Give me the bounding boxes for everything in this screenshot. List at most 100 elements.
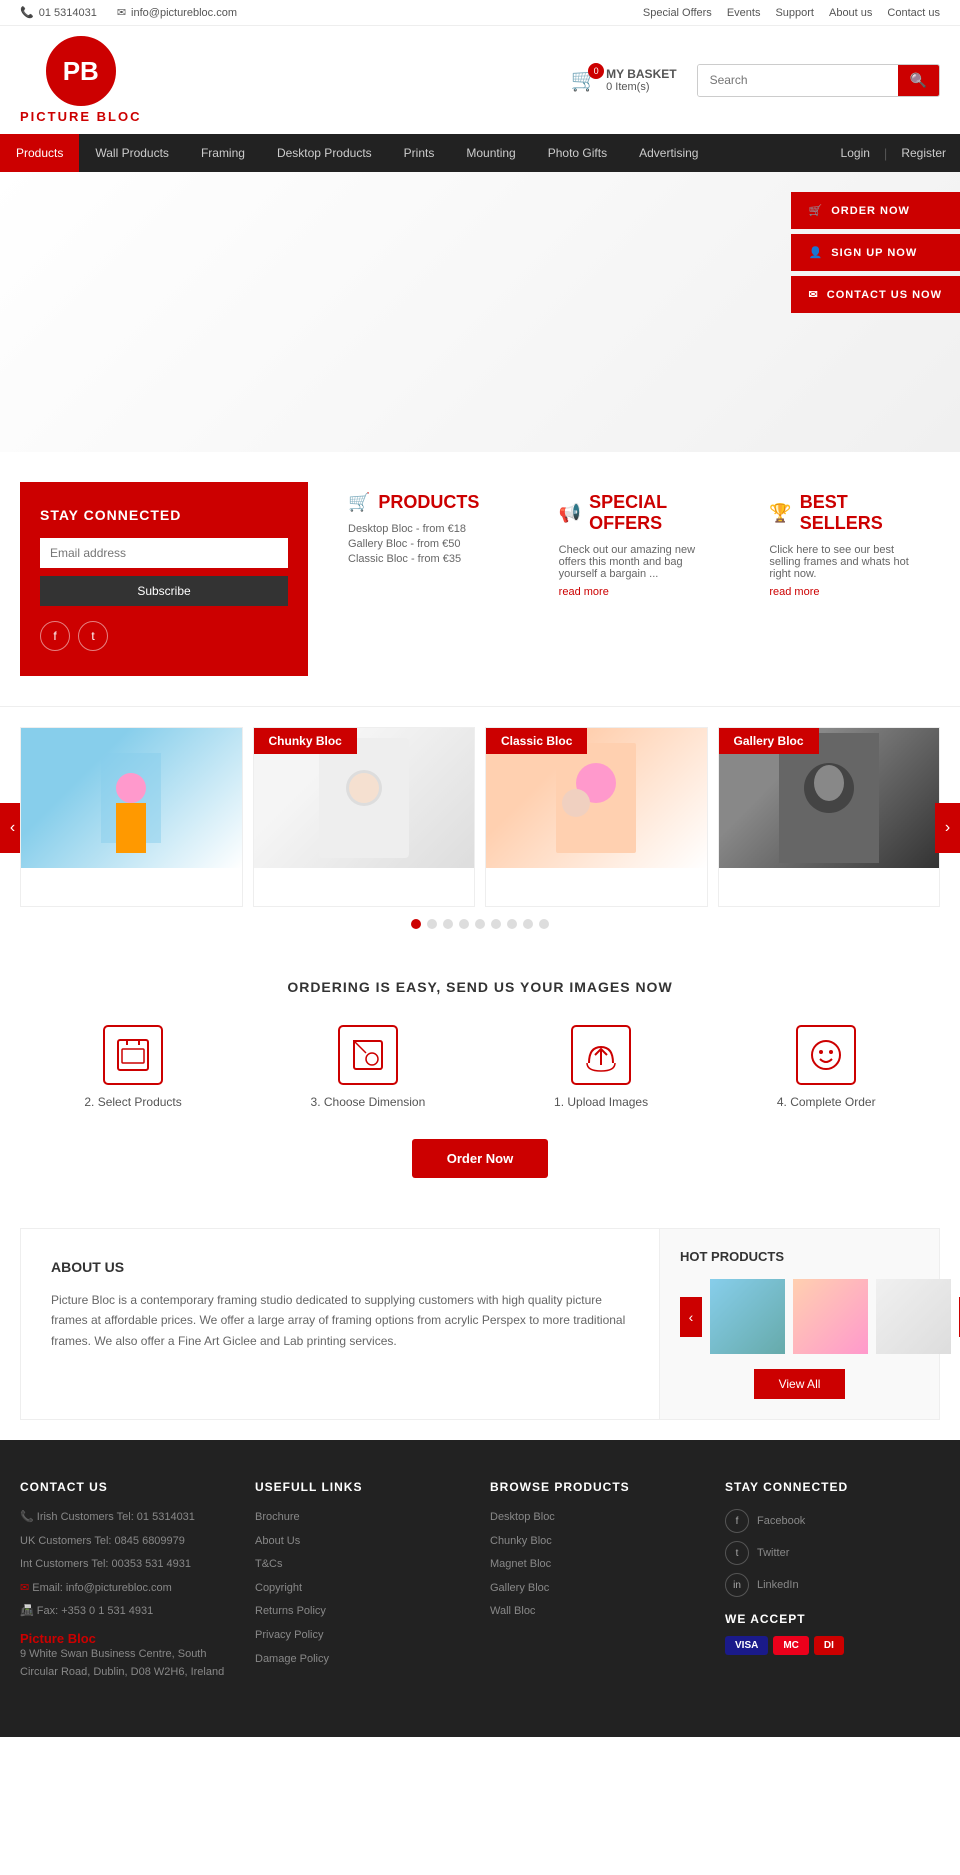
nav-right[interactable]: Login | Register [827,134,960,172]
carousel-item-desktop[interactable]: Desktop Bloc [20,727,243,907]
twitter-icon[interactable]: t [78,621,108,651]
visa-icon: VISA [725,1636,768,1655]
carousel-dot-9[interactable] [539,919,549,929]
step-select-label: 2. Select Products [84,1095,181,1109]
footer-logo-part2: Bloc [64,1631,96,1646]
browse-desktop[interactable]: Desktop Bloc [490,1509,705,1527]
special-offers-readmore[interactable]: read more [559,586,609,598]
order-step-2: 2. Select Products [84,1025,181,1109]
special-offers-icon: 📢 [559,503,581,524]
nav-prints[interactable]: Prints [388,134,451,172]
footer-linkedin[interactable]: in LinkedIn [725,1573,940,1597]
browse-wall[interactable]: Wall Bloc [490,1603,705,1621]
email-input[interactable] [40,538,288,568]
footer-facebook[interactable]: f Facebook [725,1509,940,1533]
twitter-label: Twitter [757,1547,789,1559]
phone-info: 📞 01 5314031 [20,6,97,19]
best-sellers-block: 🏆 BEST SELLERS Click here to see our bes… [749,482,940,676]
facebook-icon[interactable]: f [40,621,70,651]
top-bar-right[interactable]: Special Offers Events Support About us C… [643,7,940,19]
hot-prev-button[interactable]: ‹ [680,1297,702,1337]
events-link[interactable]: Events [727,7,761,19]
order-now-main-button[interactable]: Order Now [412,1139,548,1178]
products-block-title: 🛒 PRODUCTS [348,492,499,513]
carousel-item-classic[interactable]: Classic Bloc [485,727,708,907]
footer-twitter[interactable]: t Twitter [725,1541,940,1565]
facebook-label: Facebook [757,1515,805,1527]
nav-framing[interactable]: Framing [185,134,261,172]
carousel-dot-1[interactable] [411,919,421,929]
best-sellers-readmore[interactable]: read more [769,586,819,598]
nav-mounting[interactable]: Mounting [450,134,531,172]
footer-address: 9 White Swan Business Centre, South Circ… [20,1646,235,1681]
nav-photo-gifts[interactable]: Photo Gifts [532,134,623,172]
carousel-dot-5[interactable] [475,919,485,929]
logo[interactable]: PB PICTURE BLOC [20,36,142,124]
products-info-block: 🛒 PRODUCTS Desktop Bloc - from €18 Galle… [328,482,519,676]
browse-gallery[interactable]: Gallery Bloc [490,1580,705,1598]
order-now-button[interactable]: 🛒 ORDER NOW [791,192,960,229]
sign-up-button[interactable]: 👤 SIGN UP NOW [791,234,960,271]
logo-initials: PB [63,56,99,87]
contact-us-label: CONTACT US NOW [827,289,942,301]
nav-advertising[interactable]: Advertising [623,134,714,172]
footer-social-list: f Facebook t Twitter in LinkedIn [725,1509,940,1597]
basket[interactable]: 🛒 0 MY BASKET 0 Item(s) [571,67,677,93]
step-upload-label: 1. Upload Images [554,1095,648,1109]
contact-us-link[interactable]: Contact us [887,7,940,19]
hot-products-carousel: ‹ › [680,1279,919,1354]
link-about[interactable]: About Us [255,1533,470,1551]
hot-product-3[interactable] [876,1279,951,1354]
discover-icon: DI [814,1636,844,1655]
carousel-next-button[interactable]: › [935,803,960,853]
register-link[interactable]: Register [887,134,960,172]
link-returns[interactable]: Returns Policy [255,1603,470,1621]
link-tcs[interactable]: T&Cs [255,1556,470,1574]
footer-contact-title: CONTACT US [20,1480,235,1494]
search-bar[interactable]: 🔍 [697,64,940,97]
product-link-classic[interactable]: Classic Bloc - from €35 [348,553,499,565]
carousel-dot-2[interactable] [427,919,437,929]
header: PB PICTURE BLOC 🛒 0 MY BASKET 0 Item(s) … [0,26,960,134]
browse-chunky[interactable]: Chunky Bloc [490,1533,705,1551]
step-dimension-label: 3. Choose Dimension [311,1095,426,1109]
carousel-item-gallery[interactable]: Gallery Bloc [718,727,941,907]
contact-us-button[interactable]: ✉ CONTACT US NOW [791,276,960,313]
carousel-item-chunky[interactable]: Chunky Bloc [253,727,476,907]
email-icon: ✉ [20,1582,29,1594]
product-link-gallery[interactable]: Gallery Bloc - from €50 [348,538,499,550]
about-us-link[interactable]: About us [829,7,872,19]
link-brochure[interactable]: Brochure [255,1509,470,1527]
about-text: Picture Bloc is a contemporary framing s… [51,1290,629,1351]
hot-product-1[interactable] [710,1279,785,1354]
search-button[interactable]: 🔍 [898,65,939,96]
search-input[interactable] [698,65,898,96]
nav-left[interactable]: Products Wall Products Framing Desktop P… [0,134,714,172]
nav-products[interactable]: Products [0,134,79,172]
nav-wall-products[interactable]: Wall Products [79,134,185,172]
nav-desktop-products[interactable]: Desktop Products [261,134,388,172]
payment-icons: VISA MC DI [725,1636,940,1655]
support-link[interactable]: Support [775,7,814,19]
carousel-dot-6[interactable] [491,919,501,929]
special-offers-link[interactable]: Special Offers [643,7,712,19]
login-link[interactable]: Login [827,134,884,172]
carousel-dot-7[interactable] [507,919,517,929]
logo-circle: PB [46,36,116,106]
product-link-desktop[interactable]: Desktop Bloc - from €18 [348,523,499,535]
header-right: 🛒 0 MY BASKET 0 Item(s) 🔍 [571,64,940,97]
browse-magnet[interactable]: Magnet Bloc [490,1556,705,1574]
side-buttons: 🛒 ORDER NOW 👤 SIGN UP NOW ✉ CONTACT US N… [791,192,960,313]
carousel-dot-3[interactable] [443,919,453,929]
link-copyright[interactable]: Copyright [255,1580,470,1598]
hot-product-2[interactable] [793,1279,868,1354]
products-icon: 🛒 [348,492,370,513]
info-section: STAY CONNECTED Subscribe f t 🛒 PRODUCTS … [0,452,960,707]
order-step-4: 4. Complete Order [777,1025,876,1109]
link-damage[interactable]: Damage Policy [255,1651,470,1669]
carousel-dot-4[interactable] [459,919,469,929]
carousel-dot-8[interactable] [523,919,533,929]
view-all-button[interactable]: View All [754,1369,846,1399]
subscribe-button[interactable]: Subscribe [40,576,288,606]
link-privacy[interactable]: Privacy Policy [255,1627,470,1645]
